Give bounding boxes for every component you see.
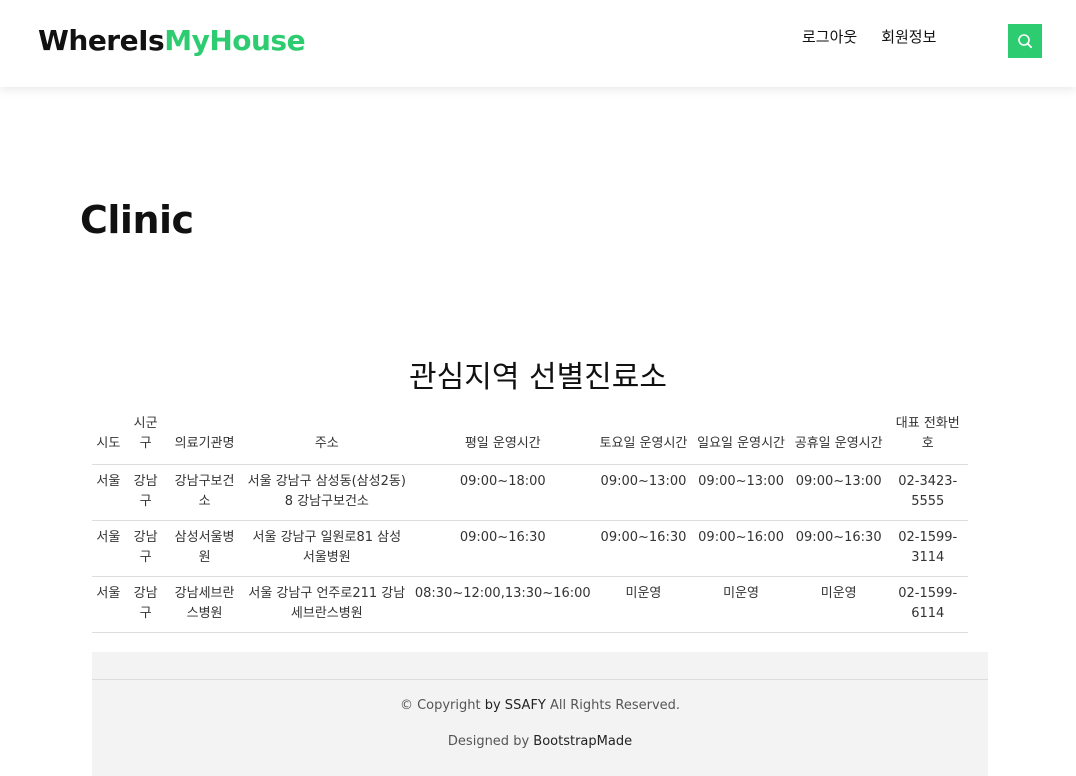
cell-sunday-hours: 미운영 xyxy=(692,576,790,633)
cell-institution: 강남세브란스병원 xyxy=(166,576,243,633)
cell-weekday-hours: 09:00~18:00 xyxy=(410,464,595,521)
col-header-saturday-hours: 토요일 운영시간 xyxy=(594,410,693,465)
col-header-address: 주소 xyxy=(242,410,411,465)
search-button[interactable] xyxy=(1008,24,1042,58)
designed-prefix: Designed by xyxy=(447,734,530,749)
cell-weekday-hours: 09:00~16:30 xyxy=(410,520,595,577)
main-nav: 로그아웃 회원정보 xyxy=(802,26,936,47)
cell-saturday-hours: 미운영 xyxy=(594,576,693,633)
copyright-suffix: All Rights Reserved. xyxy=(550,698,681,713)
logo-text-main: WhereIs xyxy=(38,24,165,57)
site-footer: © Copyright by SSAFY All Rights Reserved… xyxy=(92,652,988,776)
cell-saturday-hours: 09:00~16:30 xyxy=(594,520,693,577)
cell-phone: 02-1599-6114 xyxy=(887,576,968,633)
footer-divider xyxy=(92,679,988,680)
cell-address: 서울 강남구 일원로81 삼성서울병원 xyxy=(242,520,411,577)
cell-institution: 삼성서울병원 xyxy=(166,520,243,577)
col-header-holiday-hours: 공휴일 운영시간 xyxy=(789,410,888,465)
logo-text-accent: MyHouse xyxy=(164,24,306,57)
table-row: 서울 강남구 삼성서울병원 서울 강남구 일원로81 삼성서울병원 09:00~… xyxy=(92,520,968,577)
cell-sigungu: 강남구 xyxy=(124,576,167,633)
search-icon xyxy=(1018,34,1033,49)
cell-saturday-hours: 09:00~13:00 xyxy=(594,464,693,521)
cell-sigungu: 강남구 xyxy=(124,464,167,521)
table-row: 서울 강남구 강남세브란스병원 서울 강남구 언주로211 강남세브란스병원 0… xyxy=(92,576,968,633)
cell-address: 서울 강남구 언주로211 강남세브란스병원 xyxy=(242,576,411,633)
site-logo[interactable]: WhereIsMyHouse xyxy=(38,24,306,57)
cell-phone: 02-3423-5555 xyxy=(887,464,968,521)
col-header-sido: 시도 xyxy=(92,410,125,465)
cell-sido: 서울 xyxy=(92,464,125,521)
cell-sido: 서울 xyxy=(92,576,125,633)
cell-weekday-hours: 08:30~12:00,13:30~16:00 xyxy=(410,576,595,633)
table-row: 서울 강남구 강남구보건소 서울 강남구 삼성동(삼성2동) 8 강남구보건소 … xyxy=(92,464,968,521)
designer-link[interactable]: BootstrapMade xyxy=(533,734,632,749)
nav-logout-link[interactable]: 로그아웃 xyxy=(802,26,857,47)
cell-holiday-hours: 09:00~13:00 xyxy=(789,464,888,521)
site-header: WhereIsMyHouse 로그아웃 회원정보 xyxy=(0,0,1076,87)
clinic-table: 시도 시군구 의료기관명 주소 평일 운영시간 토요일 운영시간 일요일 운영시… xyxy=(92,410,968,633)
nav-profile-link[interactable]: 회원정보 xyxy=(881,26,936,47)
cell-sunday-hours: 09:00~16:00 xyxy=(692,520,790,577)
col-header-phone: 대표 전화번호 xyxy=(887,410,968,465)
cell-phone: 02-1599-3114 xyxy=(887,520,968,577)
cell-sunday-hours: 09:00~13:00 xyxy=(692,464,790,521)
footer-copyright: © Copyright by SSAFY All Rights Reserved… xyxy=(92,698,988,713)
col-header-sigungu: 시군구 xyxy=(124,410,167,465)
col-header-weekday-hours: 평일 운영시간 xyxy=(410,410,595,465)
cell-holiday-hours: 미운영 xyxy=(789,576,888,633)
cell-address: 서울 강남구 삼성동(삼성2동) 8 강남구보건소 xyxy=(242,464,411,521)
copyright-owner: by SSAFY xyxy=(484,698,546,713)
cell-holiday-hours: 09:00~16:30 xyxy=(789,520,888,577)
footer-credits: Designed by BootstrapMade xyxy=(92,734,988,749)
col-header-sunday-hours: 일요일 운영시간 xyxy=(692,410,790,465)
col-header-institution: 의료기관명 xyxy=(166,410,243,465)
cell-sigungu: 강남구 xyxy=(124,520,167,577)
cell-sido: 서울 xyxy=(92,520,125,577)
section-title: 관심지역 선별진료소 xyxy=(409,360,667,395)
copyright-prefix: © Copyright xyxy=(399,698,481,713)
page-title: Clinic xyxy=(80,198,194,242)
table-header-row: 시도 시군구 의료기관명 주소 평일 운영시간 토요일 운영시간 일요일 운영시… xyxy=(92,410,968,465)
cell-institution: 강남구보건소 xyxy=(166,464,243,521)
